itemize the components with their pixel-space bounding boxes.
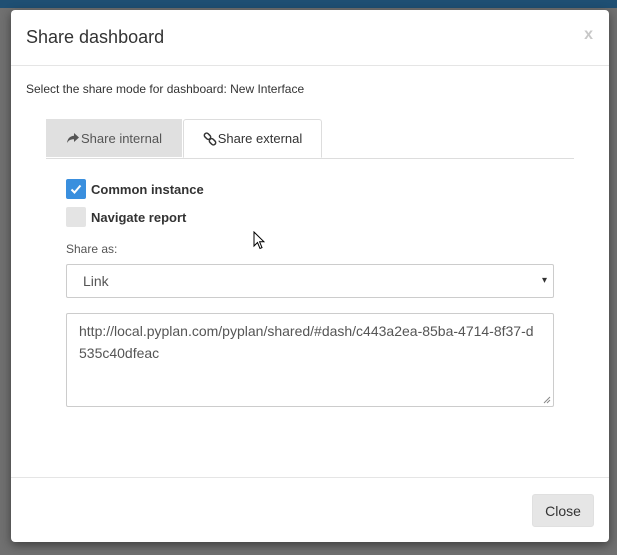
dialog-close-x-button[interactable]: x	[584, 26, 593, 44]
common-instance-checkbox[interactable]	[66, 179, 86, 199]
share-mode-description: Select the share mode for dashboard: New…	[26, 82, 305, 96]
tab-share-internal-label: Share internal	[81, 130, 162, 146]
share-url-textarea[interactable]: http://local.pyplan.com/pyplan/shared/#d…	[66, 313, 554, 407]
dialog-title: Share dashboard	[26, 27, 165, 47]
tab-share-external-label: Share external	[217, 131, 303, 146]
mouse-cursor-icon	[253, 231, 265, 250]
navigate-report-label: Navigate report	[91, 209, 187, 225]
resize-handle-icon[interactable]	[543, 396, 551, 404]
common-instance-label: Common instance	[91, 181, 204, 197]
share-as-select[interactable]: Link ▾	[66, 264, 554, 298]
share-dashboard-dialog: Share dashboard x Select the share mode …	[11, 10, 609, 542]
app-top-bar	[0, 0, 617, 8]
navigate-report-checkbox[interactable]	[66, 207, 86, 227]
close-button[interactable]: Close	[532, 494, 594, 527]
share-tabs: Share internal Share external	[46, 119, 574, 159]
share-as-label: Share as:	[66, 242, 118, 256]
share-url-text: http://local.pyplan.com/pyplan/shared/#d…	[79, 323, 534, 361]
tab-share-external[interactable]: Share external	[183, 119, 322, 158]
dialog-header: Share dashboard x	[11, 10, 609, 66]
link-icon	[203, 131, 217, 146]
common-instance-option: Common instance	[66, 179, 204, 199]
dialog-footer: Close	[11, 477, 609, 543]
tab-share-internal[interactable]: Share internal	[46, 119, 182, 157]
navigate-report-option: Navigate report	[66, 207, 186, 227]
chevron-down-icon: ▾	[541, 275, 547, 286]
share-as-selected-value: Link	[83, 273, 109, 289]
share-arrow-icon	[66, 131, 80, 145]
checkmark-icon	[70, 184, 82, 194]
